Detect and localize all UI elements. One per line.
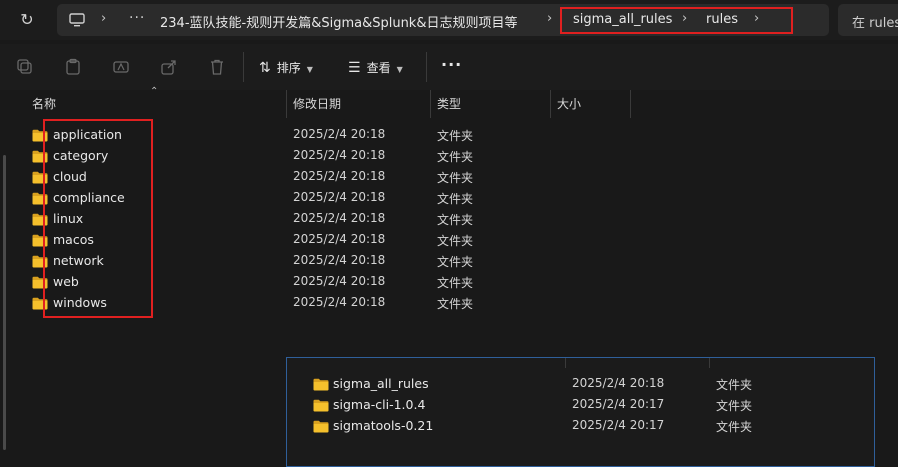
search-input[interactable]: 在 rules <box>838 4 898 36</box>
column-header-type[interactable]: 类型 <box>437 95 461 112</box>
file-modified: 2025/2/4 20:18 <box>293 169 386 183</box>
highlight-box-folders <box>43 119 153 318</box>
share-icon[interactable] <box>160 58 178 76</box>
file-type: 文件夹 <box>437 129 474 143</box>
file-modified: 2025/2/4 20:18 <box>572 376 665 390</box>
file-name: sigma_all_rules <box>333 376 429 391</box>
file-modified: 2025/2/4 20:18 <box>293 232 386 246</box>
chevron-down-icon: ▼ <box>306 65 313 74</box>
file-type: 文件夹 <box>716 420 753 434</box>
file-type: 文件夹 <box>437 276 474 290</box>
view-list-icon: ☰ <box>348 60 361 76</box>
file-type: 文件夹 <box>437 192 474 206</box>
overflow-crumbs-button[interactable]: ··· <box>129 10 145 26</box>
view-button[interactable]: ☰ 查看 ▼ <box>348 57 403 79</box>
command-toolbar: ⇅ 排序 ▼ ☰ 查看 ▼ ··· <box>0 44 898 90</box>
chevron-right-icon[interactable]: › <box>547 11 552 26</box>
toolbar-divider <box>426 52 427 82</box>
file-type: 文件夹 <box>716 399 753 413</box>
column-divider[interactable] <box>430 90 431 118</box>
file-type: 文件夹 <box>437 150 474 164</box>
list-item[interactable]: sigma_all_rules 2025/2/4 20:18 文件夹 <box>287 374 874 395</box>
list-item[interactable]: sigma-cli-1.0.4 2025/2/4 20:17 文件夹 <box>287 395 874 416</box>
file-modified: 2025/2/4 20:17 <box>572 418 665 432</box>
sort-button[interactable]: ⇅ 排序 ▼ <box>259 57 313 79</box>
column-divider <box>565 358 566 368</box>
vertical-scrollbar[interactable] <box>3 155 6 450</box>
file-type: 文件夹 <box>437 255 474 269</box>
file-modified: 2025/2/4 20:18 <box>293 295 386 309</box>
toolbar-divider <box>243 52 244 82</box>
sort-icon: ⇅ <box>259 60 271 76</box>
navigation-bar: ↻ › ··· 234-蓝队技能-规则开发篇&Sigma&Splunk&日志规则… <box>0 0 898 40</box>
folder-icon <box>313 399 329 415</box>
file-modified: 2025/2/4 20:17 <box>572 397 665 411</box>
file-modified: 2025/2/4 20:18 <box>293 253 386 267</box>
delete-icon[interactable] <box>208 58 226 76</box>
file-type: 文件夹 <box>437 234 474 248</box>
copy-icon[interactable] <box>16 58 34 76</box>
refresh-icon[interactable]: ↻ <box>16 9 38 31</box>
file-modified: 2025/2/4 20:18 <box>293 148 386 162</box>
column-header-name[interactable]: 名称 <box>32 95 56 112</box>
file-type: 文件夹 <box>716 378 753 392</box>
search-placeholder: 在 rules <box>852 16 898 31</box>
paste-icon[interactable] <box>64 58 82 76</box>
column-divider[interactable] <box>550 90 551 118</box>
sort-ascending-icon: ⌃ <box>150 86 159 97</box>
view-label: 查看 <box>366 61 391 75</box>
file-modified: 2025/2/4 20:18 <box>293 190 386 204</box>
highlight-box-breadcrumb <box>560 7 793 34</box>
chevron-down-icon: ▼ <box>396 65 403 74</box>
sort-label: 排序 <box>276 61 301 75</box>
column-header-size[interactable]: 大小 <box>557 95 581 112</box>
file-modified: 2025/2/4 20:18 <box>293 211 386 225</box>
file-modified: 2025/2/4 20:18 <box>293 274 386 288</box>
rename-icon[interactable] <box>112 58 130 76</box>
folder-icon <box>313 378 329 394</box>
file-type: 文件夹 <box>437 297 474 311</box>
file-type: 文件夹 <box>437 171 474 185</box>
file-name: sigma-cli-1.0.4 <box>333 397 426 412</box>
more-options-button[interactable]: ··· <box>441 54 462 76</box>
computer-icon[interactable] <box>69 12 85 28</box>
file-modified: 2025/2/4 20:18 <box>293 127 386 141</box>
column-divider[interactable] <box>286 90 287 118</box>
column-divider <box>709 358 710 368</box>
list-item[interactable]: sigmatools-0.21 2025/2/4 20:17 文件夹 <box>287 416 874 437</box>
column-header-modified[interactable]: 修改日期 <box>293 95 341 112</box>
file-type: 文件夹 <box>437 213 474 227</box>
folder-icon <box>313 420 329 436</box>
chevron-right-icon[interactable]: › <box>101 11 106 26</box>
file-name: sigmatools-0.21 <box>333 418 434 433</box>
breadcrumb-parent[interactable]: 234-蓝队技能-规则开发篇&Sigma&Splunk&日志规则项目等 <box>160 12 517 31</box>
column-divider[interactable] <box>630 90 631 118</box>
overlay-file-list: sigma_all_rules 2025/2/4 20:18 文件夹 sigma-cl… <box>286 357 875 467</box>
